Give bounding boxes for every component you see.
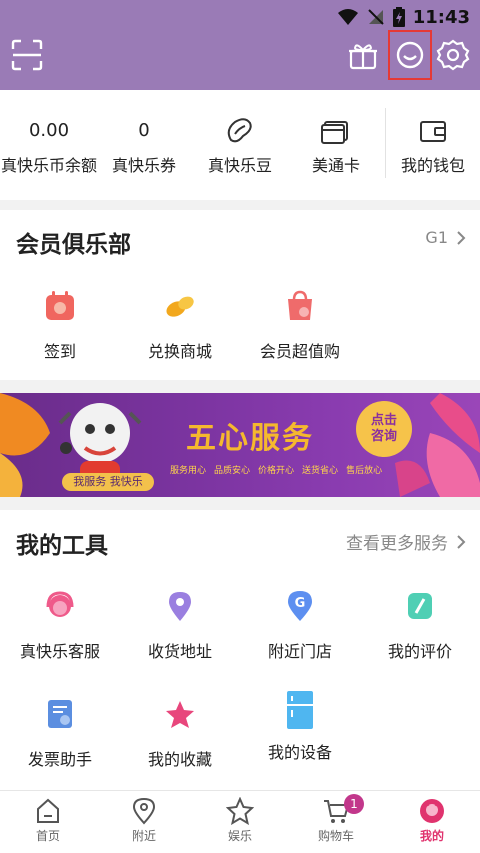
tool-label: 发票助手 xyxy=(27,750,92,769)
headset-icon xyxy=(46,591,74,617)
card-label: 美通卡 xyxy=(311,156,360,175)
tab-profile[interactable]: 我的 xyxy=(384,791,480,853)
banner-consult-button[interactable]: 点击 咨询 xyxy=(356,407,412,451)
fridge-icon xyxy=(287,691,313,729)
home-icon xyxy=(37,798,59,823)
invoice-icon xyxy=(48,700,72,728)
chevron-right-icon xyxy=(457,230,466,245)
tool-devices[interactable]: 我的设备 xyxy=(245,690,355,763)
star-icon xyxy=(166,701,194,728)
member-club-card: 会员俱乐部 G1 签到 兑换商城 会员超值购 xyxy=(0,210,480,380)
wallet-beans[interactable]: 真快乐豆 xyxy=(192,90,288,200)
tools-card: 我的工具 查看更多服务 真快乐客服 收货地址 G 附近门店 我的评价 发票助手 … xyxy=(0,510,480,790)
bottom-tab-bar: 首页 附近 娱乐 购物车 1 我的 xyxy=(0,790,480,853)
gear-icon[interactable] xyxy=(436,38,470,72)
svg-text:G: G xyxy=(295,596,306,611)
club-item-label: 签到 xyxy=(43,342,76,361)
tool-label: 收货地址 xyxy=(147,642,212,661)
tab-cart[interactable]: 购物车 1 xyxy=(288,791,384,853)
more-services-label: 查看更多服务 xyxy=(346,534,448,554)
banner-tags: 服务用心 品质安心 价格开心 送货省心 售后放心 xyxy=(170,463,382,476)
tab-nearby[interactable]: 附近 xyxy=(96,791,192,853)
club-item-exchange[interactable]: 兑换商城 xyxy=(125,290,235,362)
wallet-row: 0.00 真快乐币余额 0 真快乐券 真快乐豆 美通卡 我的钱包 xyxy=(0,90,480,200)
star-outline-icon xyxy=(226,797,254,825)
club-title: 会员俱乐部 xyxy=(16,232,131,258)
tool-label: 真快乐客服 xyxy=(19,642,100,661)
tool-label: 附近门店 xyxy=(267,642,332,661)
beans-label: 真快乐豆 xyxy=(207,156,272,175)
bean-icon xyxy=(227,118,252,143)
location-pin-icon xyxy=(169,592,191,621)
status-bar: 11:43 xyxy=(337,4,470,30)
banner-tag: 品质安心 xyxy=(214,466,251,476)
nearby-pin-icon xyxy=(132,797,156,825)
tab-label: 娱乐 xyxy=(227,829,252,843)
tool-reviews[interactable]: 我的评价 xyxy=(365,590,475,662)
calendar-icon xyxy=(46,291,74,320)
wallet-coin-balance[interactable]: 0.00 真快乐币余额 xyxy=(0,90,98,200)
wifi-icon xyxy=(337,9,358,25)
wallet-my-wallet[interactable]: 我的钱包 xyxy=(386,90,480,200)
club-level: G1 xyxy=(425,228,448,247)
tool-address[interactable]: 收货地址 xyxy=(125,590,235,662)
more-services-link[interactable]: 查看更多服务 xyxy=(346,529,466,554)
store-pin-icon: G xyxy=(288,591,312,621)
tab-label: 购物车 xyxy=(317,829,354,843)
status-time: 11:43 xyxy=(412,6,470,28)
tool-label: 我的评价 xyxy=(387,642,452,661)
tool-label: 我的收藏 xyxy=(147,750,212,769)
my-wallet-label: 我的钱包 xyxy=(400,156,465,175)
coin-balance-value: 0.00 xyxy=(28,120,70,141)
pen-icon xyxy=(408,593,432,619)
profile-icon xyxy=(420,799,444,823)
club-level-link[interactable]: G1 xyxy=(425,228,466,247)
cart-badge: 1 xyxy=(344,794,364,814)
message-icon[interactable] xyxy=(393,38,427,72)
banner-button-line2: 咨询 xyxy=(370,429,397,444)
tab-label: 首页 xyxy=(35,829,60,843)
club-item-label: 会员超值购 xyxy=(259,342,340,361)
scan-icon[interactable] xyxy=(10,38,44,72)
tools-title: 我的工具 xyxy=(16,533,108,559)
tab-entertainment[interactable]: 娱乐 xyxy=(192,791,288,853)
tool-label: 我的设备 xyxy=(267,743,332,762)
club-item-label: 兑换商城 xyxy=(147,342,212,361)
tab-home[interactable]: 首页 xyxy=(0,791,96,853)
wallet-icon xyxy=(420,121,446,142)
banner-tag: 售后放心 xyxy=(346,466,383,476)
wallet-coupons[interactable]: 0 真快乐券 xyxy=(98,90,190,200)
banner-tag: 价格开心 xyxy=(258,466,295,476)
beans-icon xyxy=(166,296,194,317)
coupons-value: 0 xyxy=(138,120,150,141)
wallet-card[interactable]: 美通卡 xyxy=(288,90,384,200)
tool-nearby-store[interactable]: G 附近门店 xyxy=(245,590,355,662)
bag-icon xyxy=(288,290,312,320)
header: 11:43 xyxy=(0,0,480,90)
coupons-label: 真快乐券 xyxy=(111,156,176,175)
battery-icon xyxy=(392,7,405,27)
banner-button-line1: 点击 xyxy=(370,413,397,428)
club-item-checkin[interactable]: 签到 xyxy=(5,290,115,362)
card-icon xyxy=(321,121,348,144)
chevron-right-icon xyxy=(457,534,466,549)
tool-favorites[interactable]: 我的收藏 xyxy=(125,698,235,770)
banner-tag: 送货省心 xyxy=(302,466,339,476)
no-signal-icon xyxy=(367,9,384,25)
tab-label: 附近 xyxy=(131,829,156,843)
tool-customer-service[interactable]: 真快乐客服 xyxy=(5,590,115,662)
banner-slogan: 我服务 我快乐 xyxy=(62,473,154,491)
coin-balance-label: 真快乐币余额 xyxy=(0,156,97,175)
tool-invoice[interactable]: 发票助手 xyxy=(5,698,115,770)
banner-tag: 服务用心 xyxy=(170,466,207,476)
banner-title: 五心服务 xyxy=(186,421,314,456)
service-banner[interactable]: 五心服务 点击 咨询 服务用心 品质安心 价格开心 送货省心 售后放心 我服务 … xyxy=(0,393,480,497)
gift-icon[interactable] xyxy=(346,38,380,72)
club-item-value-buy[interactable]: 会员超值购 xyxy=(245,290,355,362)
tab-label: 我的 xyxy=(419,829,444,843)
